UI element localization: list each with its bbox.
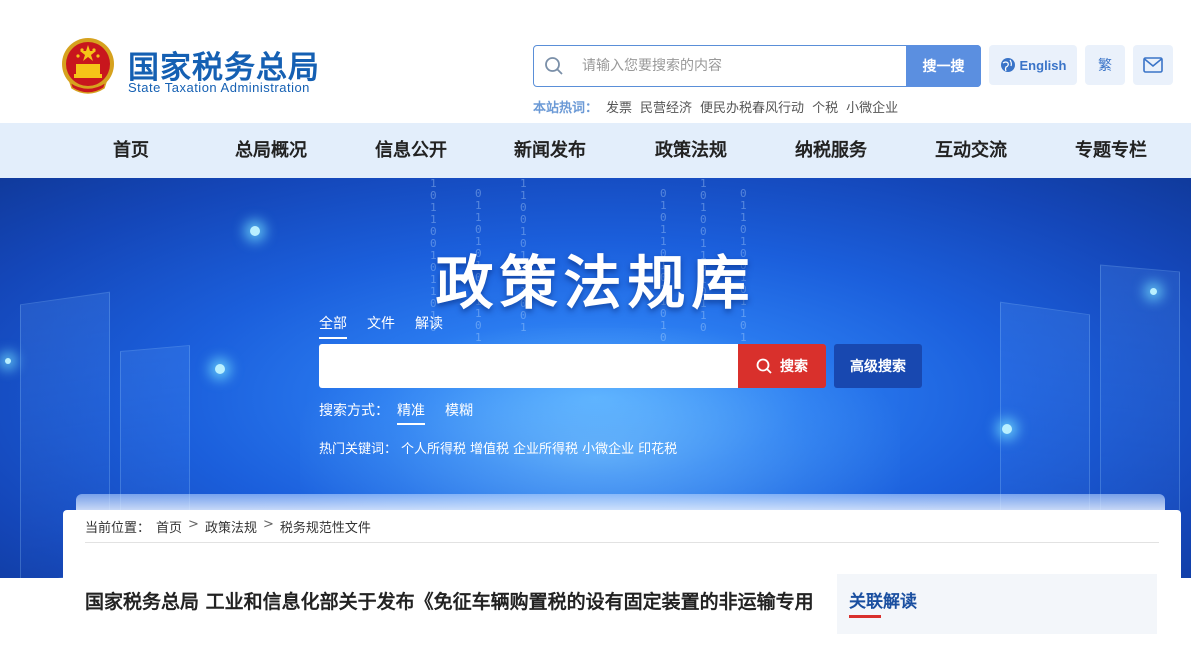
traditional-chinese-button[interactable]: 繁 xyxy=(1085,45,1125,85)
search-mode-exact[interactable]: 精准 xyxy=(397,400,425,425)
related-title: 关联解读 xyxy=(849,592,917,612)
light-dot-decoration xyxy=(250,226,260,236)
hot-keyword[interactable]: 印花税 xyxy=(638,438,677,457)
site-name-en[interactable]: State Taxation Administration xyxy=(128,80,310,95)
globe-icon xyxy=(1000,58,1015,72)
banner-title: 政策法规库 xyxy=(435,249,756,317)
national-emblem-logo[interactable] xyxy=(60,36,116,96)
nav-item-policy[interactable]: 政策法规 xyxy=(655,123,727,178)
nav-item-disclosure[interactable]: 信息公开 xyxy=(375,123,447,178)
search-mode-label: 搜索方式： xyxy=(319,403,389,419)
hot-keyword[interactable]: 个人所得税 xyxy=(401,438,466,457)
nav-item-news[interactable]: 新闻发布 xyxy=(514,123,586,178)
breadcrumb-item[interactable]: 税务规范性文件 xyxy=(280,517,371,536)
site-search-button[interactable]: 搜一搜 xyxy=(906,45,981,87)
breadcrumb-separator: > xyxy=(188,517,199,532)
hot-keyword[interactable]: 增值税 xyxy=(470,438,509,457)
hot-keywords-label: 热门关键词： xyxy=(319,442,398,457)
light-dot-decoration xyxy=(1002,424,1012,434)
hot-words-label: 本站热词： xyxy=(533,101,599,116)
hot-word[interactable]: 发票 xyxy=(606,97,632,116)
nav-item-home[interactable]: 首页 xyxy=(113,123,149,178)
hot-word[interactable]: 便民办税春风行动 xyxy=(700,97,804,116)
mail-icon xyxy=(1143,57,1163,73)
light-dot-decoration xyxy=(5,358,11,364)
site-search-input[interactable] xyxy=(582,54,902,78)
search-mode: 搜索方式： 精准 模糊 xyxy=(319,400,473,425)
tab-all[interactable]: 全部 xyxy=(319,313,347,339)
breadcrumb-divider xyxy=(85,542,1159,543)
site-header: 国家税务总局 State Taxation Administration 搜一搜… xyxy=(0,0,1191,123)
search-mode-fuzzy[interactable]: 模糊 xyxy=(445,400,473,425)
main-nav: 首页 总局概况 信息公开 新闻发布 政策法规 纳税服务 互动交流 专题专栏 xyxy=(0,123,1191,178)
nav-item-topics[interactable]: 专题专栏 xyxy=(1075,123,1147,178)
search-icon xyxy=(545,57,563,75)
hot-keywords: 热门关键词： 个人所得税 增值税 企业所得税 小微企业 印花税 xyxy=(319,438,677,457)
policy-search-button[interactable]: 搜索 xyxy=(738,344,826,388)
tab-interpretations[interactable]: 解读 xyxy=(415,313,443,339)
english-button[interactable]: English xyxy=(989,45,1077,85)
breadcrumb-prefix: 当前位置： xyxy=(85,521,151,536)
breadcrumb-item[interactable]: 政策法规 xyxy=(205,517,257,536)
search-icon xyxy=(756,358,772,374)
site-search-box: 搜一搜 xyxy=(533,45,981,87)
mail-button[interactable] xyxy=(1133,45,1173,85)
article-title: 国家税务总局 工业和信息化部关于发布《免征车辆购置税的设有固定装置的非运输专用 xyxy=(85,591,814,613)
advanced-search-button[interactable]: 高级搜索 xyxy=(834,344,922,388)
hot-keyword[interactable]: 企业所得税 xyxy=(513,438,578,457)
light-dot-decoration xyxy=(215,364,225,374)
english-label: English xyxy=(1019,57,1067,73)
tab-documents[interactable]: 文件 xyxy=(367,313,395,339)
nav-item-overview[interactable]: 总局概况 xyxy=(235,123,307,178)
breadcrumb-item[interactable]: 首页 xyxy=(156,517,182,536)
search-scope-tabs: 全部 文件 解读 xyxy=(319,313,443,339)
policy-search-input[interactable] xyxy=(319,344,738,388)
hot-keyword[interactable]: 小微企业 xyxy=(582,438,634,457)
hot-word[interactable]: 个税 xyxy=(812,97,838,116)
hot-word[interactable]: 民营经济 xyxy=(640,97,692,116)
related-title-underline xyxy=(849,615,881,618)
hot-word[interactable]: 小微企业 xyxy=(846,97,898,116)
nav-item-tax-service[interactable]: 纳税服务 xyxy=(795,123,867,178)
breadcrumb: 当前位置： 首页 > 政策法规 > 税务规范性文件 xyxy=(85,517,371,536)
policy-search-label: 搜索 xyxy=(780,358,808,374)
breadcrumb-separator: > xyxy=(262,517,274,532)
nav-item-interaction[interactable]: 互动交流 xyxy=(935,123,1007,178)
hot-words: 本站热词： 发票 民营经济 便民办税春风行动 个税 小微企业 xyxy=(533,97,898,116)
